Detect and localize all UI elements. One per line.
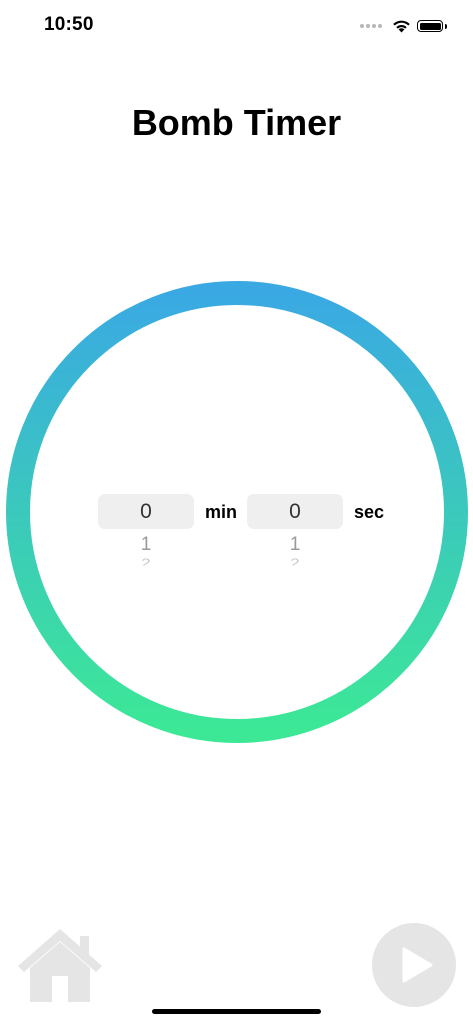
signal-dots-icon <box>360 24 382 28</box>
home-icon <box>18 929 102 1002</box>
seconds-after-value[interactable]: 2 <box>247 557 343 565</box>
home-indicator <box>152 1009 321 1014</box>
home-button[interactable] <box>16 926 104 1004</box>
minutes-after-value[interactable]: 2 <box>98 557 194 565</box>
page-title: Bomb Timer <box>131 102 342 143</box>
minutes-selected-value[interactable]: 0 <box>98 494 194 529</box>
minutes-next-value[interactable]: 1 <box>98 534 194 556</box>
play-button[interactable] <box>372 923 456 1007</box>
seconds-unit-label: sec <box>354 502 385 522</box>
minutes-picker[interactable]: 0 1 2 <box>98 494 194 584</box>
seconds-next-value[interactable]: 1 <box>247 534 343 556</box>
seconds-selected-value[interactable]: 0 <box>247 494 343 529</box>
wifi-icon <box>393 20 410 33</box>
battery-icon <box>417 20 447 32</box>
status-time: 10:50 <box>44 14 94 35</box>
seconds-picker[interactable]: 0 1 2 <box>247 494 343 584</box>
status-icons <box>360 16 447 36</box>
play-icon <box>402 947 433 983</box>
app-screen: 10:50 Bomb Timer 0 1 2 min 0 1 2 sec <box>0 0 473 1024</box>
minutes-unit-label: min <box>205 502 238 522</box>
